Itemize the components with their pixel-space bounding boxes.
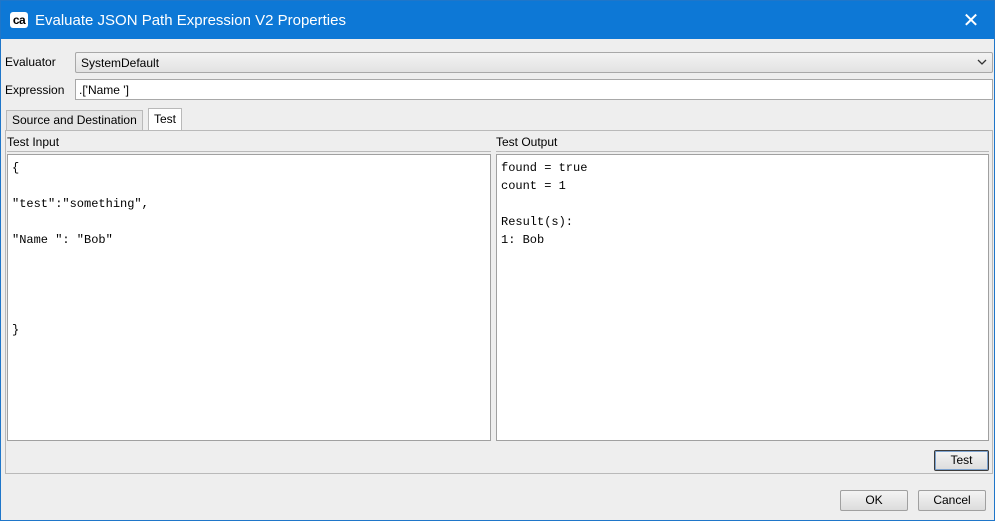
test-input-line: [12, 213, 486, 231]
evaluator-label: Evaluator: [5, 55, 56, 69]
test-output-line: 1: Bob: [501, 233, 545, 247]
evaluator-select[interactable]: SystemDefault: [75, 52, 993, 73]
test-input-line: [12, 303, 486, 321]
test-input-line: "Name ": "Bob": [12, 233, 113, 247]
evaluator-selected-value: SystemDefault: [81, 56, 160, 70]
test-input-line: [12, 177, 486, 195]
app-logo-icon: ca: [10, 12, 28, 28]
test-input-line: [12, 285, 486, 303]
test-output-textarea[interactable]: found = true count = 1 Result(s): 1: Bob: [496, 154, 989, 441]
test-input-textarea[interactable]: { "test":"something", "Name ": "Bob"}: [7, 154, 491, 441]
test-output-divider: [496, 151, 989, 152]
test-button[interactable]: Test: [934, 450, 989, 471]
test-output-line: Result(s):: [501, 215, 574, 229]
chevron-down-icon: [977, 59, 987, 65]
test-input-line: }: [12, 323, 20, 337]
expression-input[interactable]: [75, 79, 993, 100]
window-title: Evaluate JSON Path Expression V2 Propert…: [35, 12, 346, 29]
test-input-divider: [7, 151, 491, 152]
test-output-line: found = true: [501, 161, 588, 175]
tab-source-and-destination[interactable]: Source and Destination: [6, 110, 143, 130]
title-bar[interactable]: ca Evaluate JSON Path Expression V2 Prop…: [1, 1, 994, 39]
test-input-line: {: [12, 161, 20, 175]
test-output-label: Test Output: [496, 135, 558, 149]
tab-test[interactable]: Test: [148, 108, 183, 131]
test-input-line: [12, 267, 486, 285]
test-output-line: [501, 195, 984, 213]
ok-button[interactable]: OK: [840, 490, 908, 511]
test-input-label: Test Input: [7, 135, 60, 149]
close-button[interactable]: ✕: [948, 1, 994, 39]
dialog-window: ca Evaluate JSON Path Expression V2 Prop…: [0, 0, 995, 521]
test-input-line: [12, 249, 486, 267]
test-output-line: count = 1: [501, 179, 566, 193]
expression-label: Expression: [5, 83, 65, 97]
test-input-line: "test":"something",: [12, 197, 149, 211]
cancel-button[interactable]: Cancel: [918, 490, 986, 511]
